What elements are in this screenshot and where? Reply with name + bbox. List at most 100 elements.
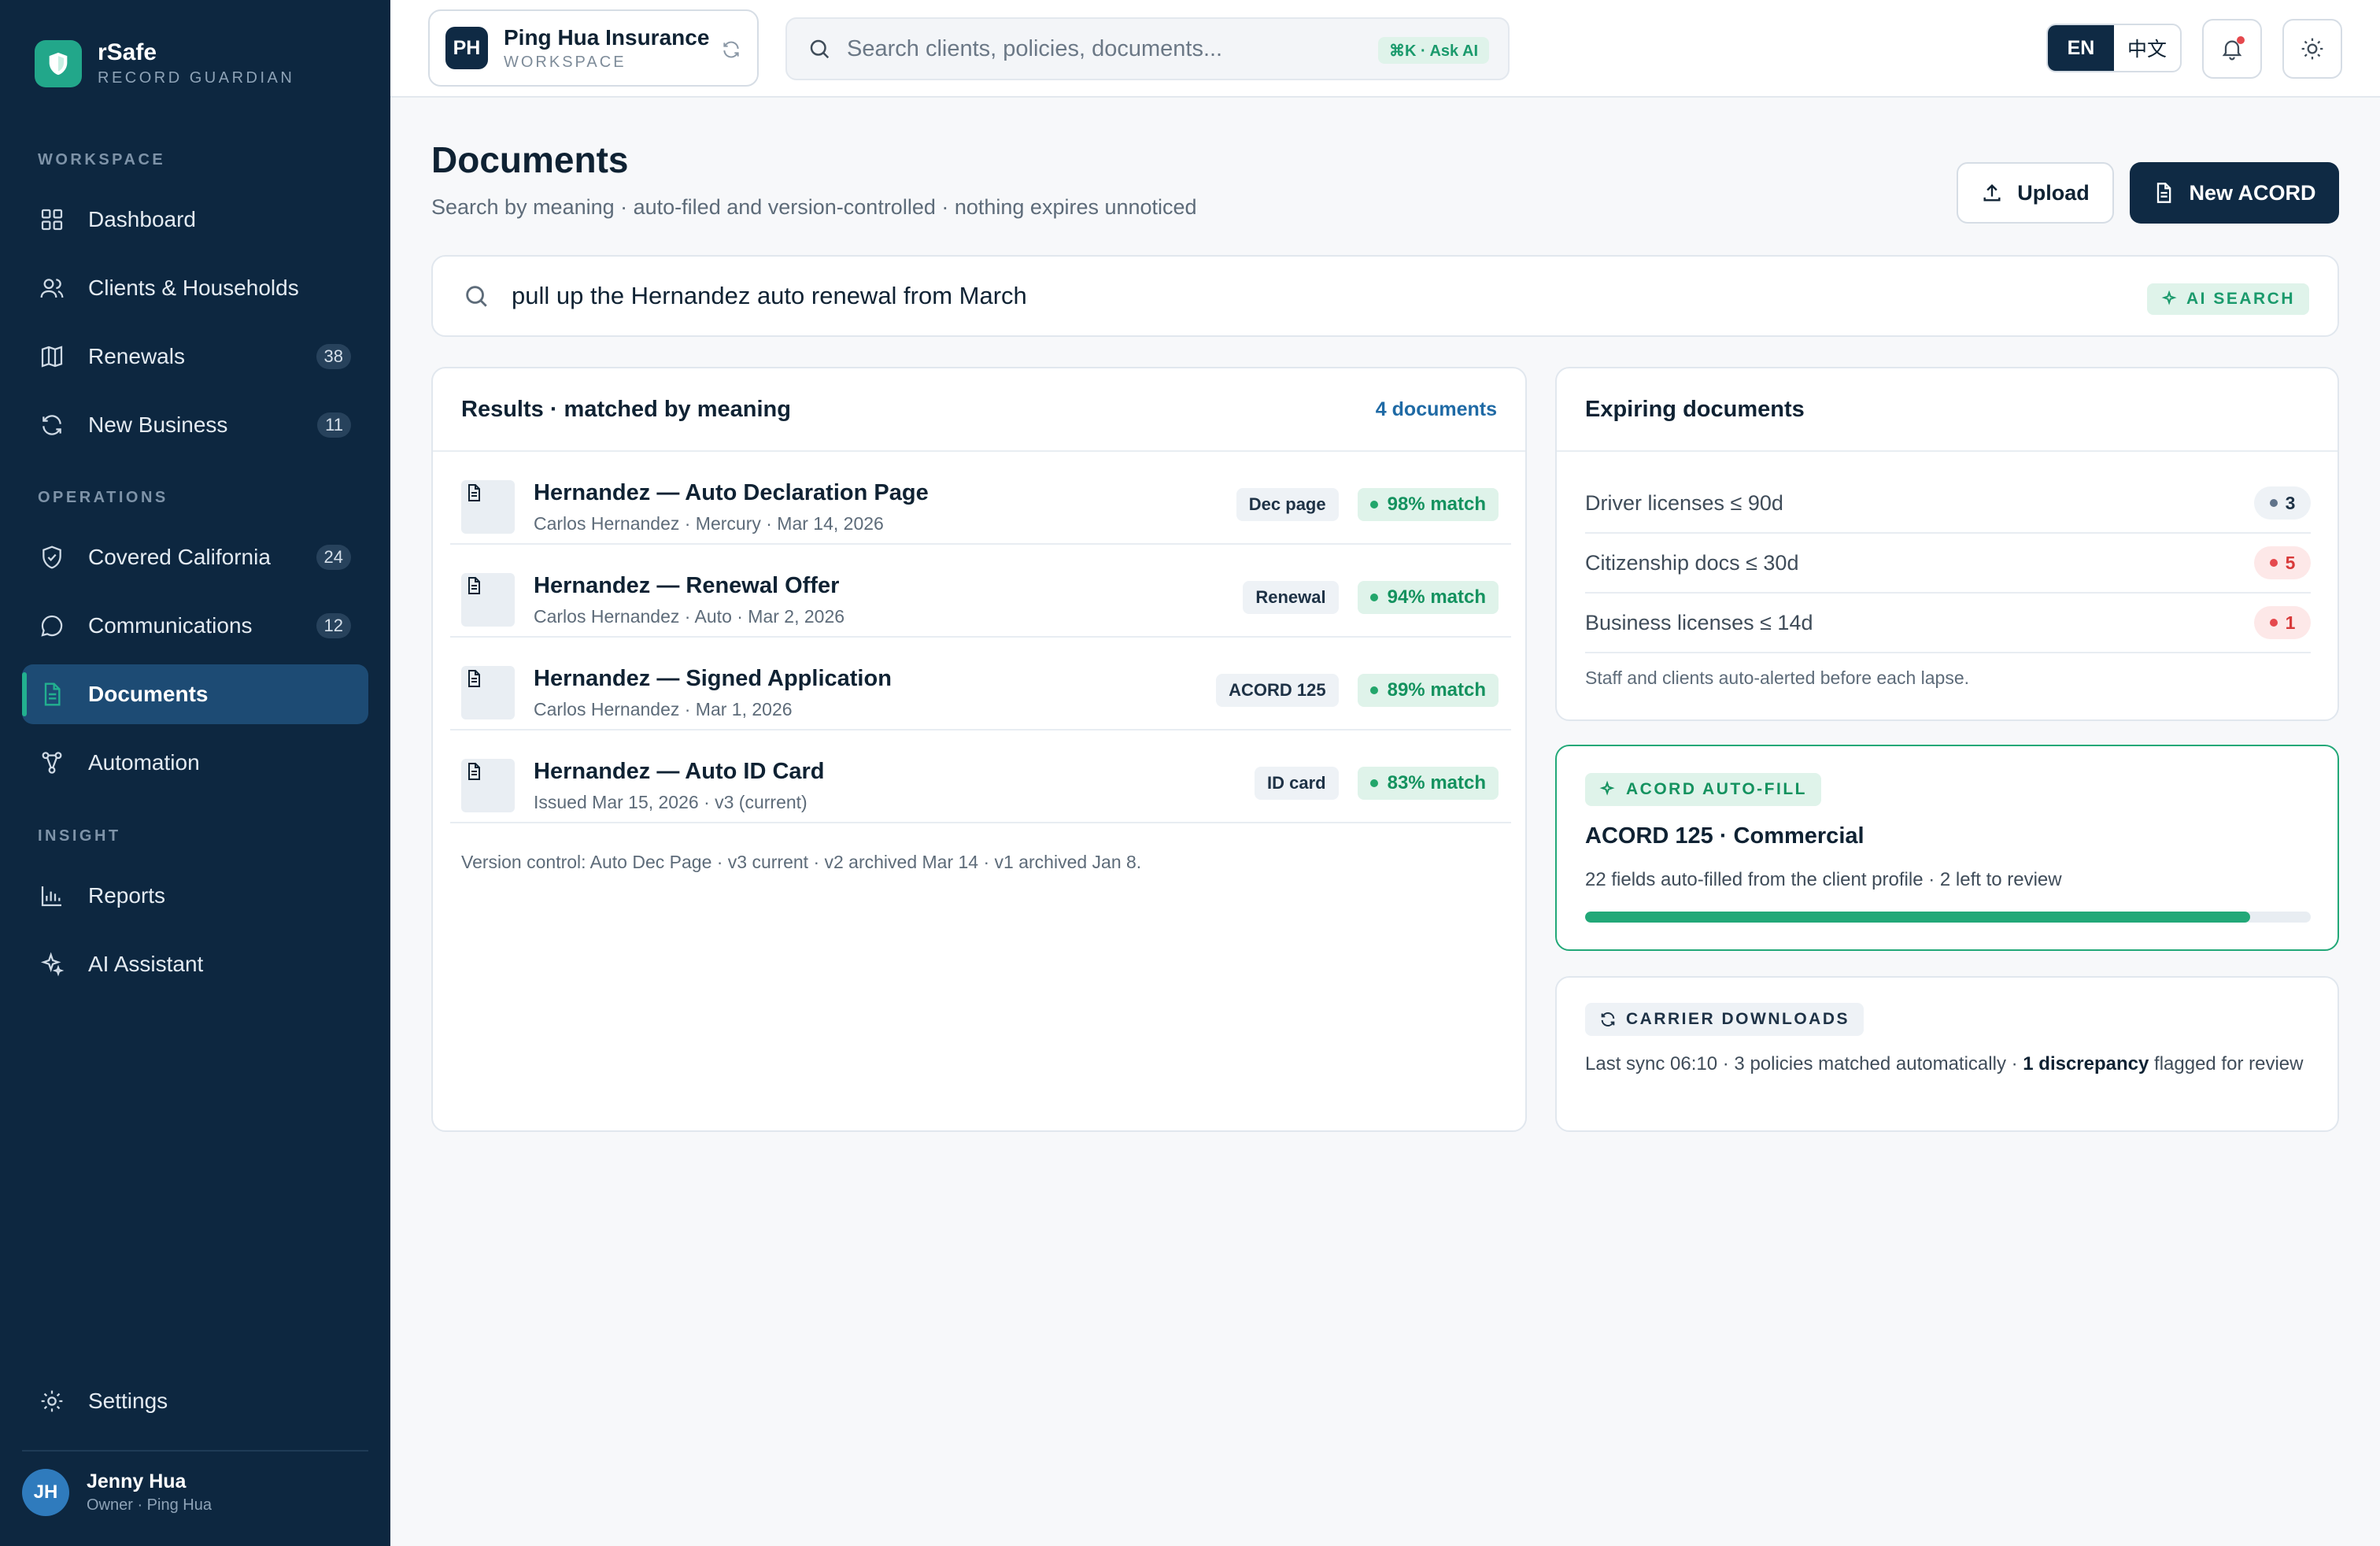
result-meta: Carlos Hernandez · Mar 1, 2026 — [534, 699, 793, 719]
sync-icon[interactable] — [721, 39, 741, 60]
sidebar-item-automation[interactable]: Automation — [22, 733, 368, 793]
sidebar-item-label: Covered California — [88, 545, 271, 569]
count-badge: 11 — [317, 412, 351, 438]
lang-zh[interactable]: 中文 — [2114, 25, 2180, 71]
brand: rSafe RECORD GUARDIAN — [35, 39, 294, 87]
sidebar-item-new-business[interactable]: New Business 11 — [22, 395, 368, 455]
document-icon — [461, 480, 515, 534]
workspace-switcher[interactable]: PH Ping Hua Insurance WORKSPACE — [428, 9, 759, 87]
result-row[interactable]: Hernandez — Renewal Offer Carlos Hernand… — [450, 545, 1511, 638]
discrepancy-count[interactable]: 1 discrepancy — [2023, 1053, 2149, 1074]
workflow-icon — [38, 749, 66, 777]
sidebar-item-dashboard[interactable]: Dashboard — [22, 190, 368, 250]
carrier-sync-status: Last sync 06:10 · 3 policies matched aut… — [1585, 1050, 2309, 1078]
brand-tagline: RECORD GUARDIAN — [98, 69, 295, 87]
section-label-operations: OPERATIONS — [38, 489, 168, 506]
expiring-row[interactable]: Driver licenses ≤ 90d 3 — [1585, 474, 2311, 534]
results-title: Results · matched by meaning — [461, 396, 791, 422]
carrier-downloads-card: CARRIER DOWNLOADS Last sync 06:10 · 3 po… — [1555, 976, 2339, 1132]
search-input[interactable]: Search clients, policies, documents... — [847, 36, 1222, 62]
sparkle-icon — [38, 950, 66, 978]
document-search-box[interactable]: pull up the Hernandez auto renewal from … — [431, 255, 2339, 337]
sidebar-item-label: Renewals — [88, 344, 185, 368]
sidebar-item-covered-california[interactable]: Covered California 24 — [22, 527, 368, 587]
match-badge: 89% match — [1357, 674, 1499, 707]
document-icon — [38, 680, 66, 708]
result-title: Hernandez — Signed Application — [534, 666, 892, 691]
grid-icon — [38, 205, 66, 234]
user-profile[interactable]: JH Jenny Hua Owner · Ping Hua — [22, 1469, 212, 1516]
avatar: JH — [22, 1469, 69, 1516]
sidebar-item-settings[interactable]: Settings — [22, 1371, 368, 1431]
upload-label: Upload — [2017, 180, 2090, 205]
acord-autofill-tag: ACORD AUTO-FILL — [1585, 773, 1821, 806]
acord-progress-bar — [1585, 912, 2311, 923]
ai-search-badge: AI SEARCH — [2146, 283, 2309, 315]
results-count[interactable]: 4 documents — [1376, 398, 1497, 421]
result-row[interactable]: Hernandez — Auto Declaration Page Carlos… — [450, 452, 1511, 545]
section-label-workspace: WORKSPACE — [38, 151, 166, 168]
topbar: PH Ping Hua Insurance WORKSPACE Search c… — [390, 0, 2380, 98]
expiring-count-badge: 3 — [2254, 486, 2311, 520]
count-badge: 24 — [316, 545, 351, 570]
sidebar-item-ai-assistant[interactable]: AI Assistant — [22, 934, 368, 994]
sidebar-item-reports[interactable]: Reports — [22, 866, 368, 926]
count-badge: 38 — [316, 344, 351, 369]
doc-type-tag: ACORD 125 — [1216, 674, 1339, 707]
upload-button[interactable]: Upload — [1957, 162, 2114, 224]
acord-autofill-card[interactable]: ACORD AUTO-FILL ACORD 125 · Commercial 2… — [1555, 745, 2339, 951]
document-search-input[interactable]: pull up the Hernandez auto renewal from … — [512, 282, 1027, 310]
brand-name: rSafe — [98, 39, 157, 65]
sidebar-item-label: Communications — [88, 613, 253, 638]
expiring-row[interactable]: Business licenses ≤ 14d 1 — [1585, 594, 2311, 653]
sidebar-item-label: Dashboard — [88, 207, 196, 231]
result-title: Hernandez — Auto Declaration Page — [534, 480, 929, 505]
sidebar-item-label: New Business — [88, 412, 228, 437]
expiring-count-badge: 1 — [2254, 606, 2311, 639]
document-icon — [461, 666, 515, 719]
sidebar-divider — [22, 1450, 368, 1452]
sidebar: rSafe RECORD GUARDIAN WORKSPACE Dashboar… — [0, 0, 390, 1546]
result-row[interactable]: Hernandez — Signed Application Carlos He… — [450, 638, 1511, 730]
workspace-name: Ping Hua Insurance — [504, 24, 710, 50]
results-card: Results · matched by meaning 4 documents… — [431, 367, 1527, 1132]
new-acord-button[interactable]: New ACORD — [2130, 162, 2339, 224]
chat-bubble-icon — [38, 612, 66, 640]
sidebar-item-communications[interactable]: Communications 12 — [22, 596, 368, 656]
search-icon — [463, 283, 490, 309]
lang-en[interactable]: EN — [2048, 25, 2114, 71]
expiring-note: Staff and clients auto-alerted before ea… — [1585, 668, 1970, 688]
language-toggle: EN 中文 — [2046, 24, 2182, 72]
result-meta: Carlos Hernandez · Mercury · Mar 14, 202… — [534, 513, 884, 534]
ai-search-label: AI SEARCH — [2186, 290, 2295, 308]
user-role: Owner · Ping Hua — [87, 1496, 212, 1514]
ask-ai-shortcut[interactable]: ⌘K · Ask AI — [1378, 37, 1489, 64]
section-label-insight: INSIGHT — [38, 827, 121, 845]
new-acord-label: New ACORD — [2189, 180, 2316, 205]
sidebar-item-clients[interactable]: Clients & Households — [22, 258, 368, 318]
sidebar-item-renewals[interactable]: Renewals 38 — [22, 327, 368, 386]
page-title: Documents — [431, 139, 629, 180]
document-icon — [461, 573, 515, 627]
doc-type-tag: Renewal — [1243, 581, 1339, 614]
expiring-count-badge: 5 — [2254, 546, 2311, 579]
sidebar-item-documents[interactable]: Documents — [22, 664, 368, 724]
theme-toggle-button[interactable] — [2282, 19, 2342, 79]
users-icon — [38, 274, 66, 302]
sidebar-item-label: Settings — [88, 1389, 168, 1413]
global-search[interactable]: Search clients, policies, documents... ⌘… — [785, 17, 1510, 80]
sparkle-icon — [2161, 290, 2177, 305]
acord-progress-fill — [1585, 912, 2251, 923]
match-badge: 98% match — [1357, 488, 1499, 521]
version-control-note: Version control: Auto Dec Page · v3 curr… — [461, 852, 1142, 872]
expiring-label: Business licenses ≤ 14d — [1585, 610, 1813, 634]
notifications-button[interactable] — [2202, 19, 2262, 79]
page-subtitle: Search by meaning · auto-filed and versi… — [431, 195, 1197, 219]
count-badge: 12 — [316, 613, 351, 638]
sparkle-icon — [1599, 781, 1615, 796]
result-row[interactable]: Hernandez — Auto ID Card Issued Mar 15, … — [450, 730, 1511, 823]
workspace-sub: WORKSPACE — [504, 53, 626, 71]
sun-icon — [2300, 36, 2325, 61]
expiring-row[interactable]: Citizenship docs ≤ 30d 5 — [1585, 534, 2311, 594]
result-meta: Issued Mar 15, 2026 · v3 (current) — [534, 792, 808, 812]
